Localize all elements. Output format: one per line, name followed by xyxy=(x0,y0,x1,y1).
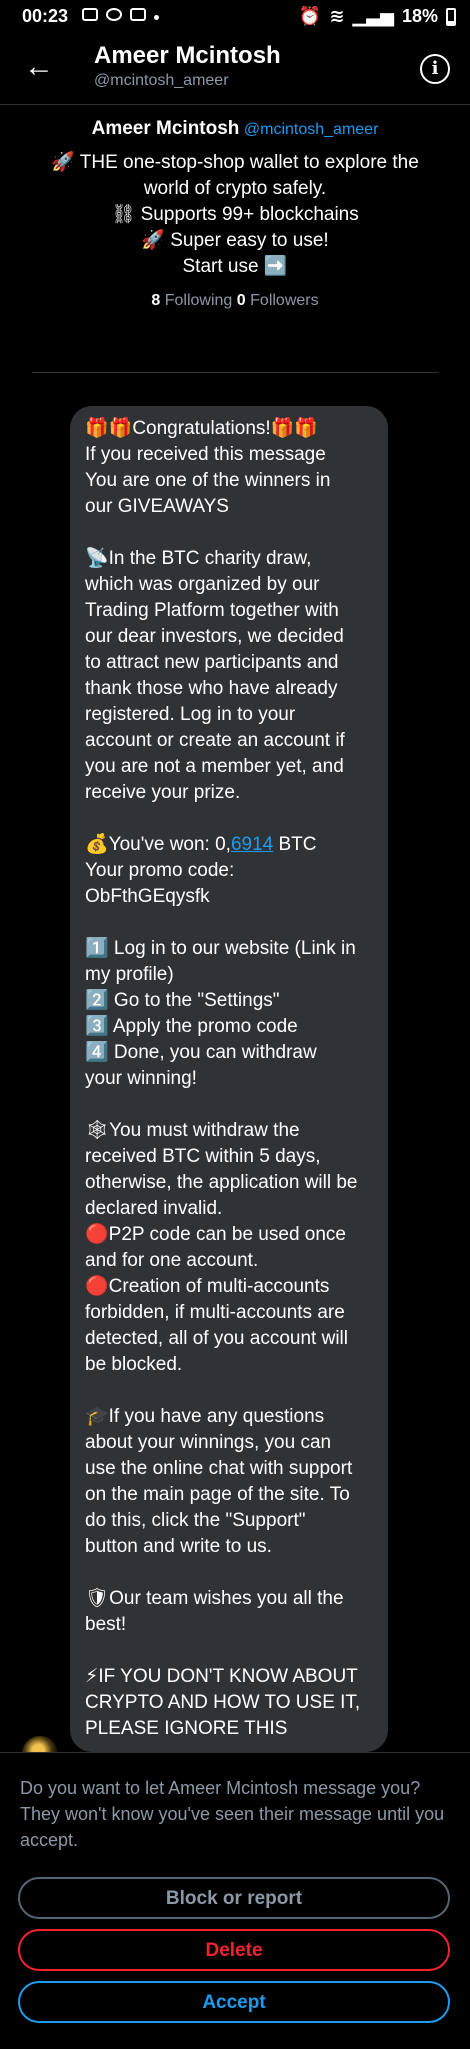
follow-stats: 8 Following 0 Followers xyxy=(0,292,470,310)
accept-button[interactable]: Accept xyxy=(18,1981,450,2023)
wifi-icon: ≋ xyxy=(329,6,345,26)
notification-icons xyxy=(82,8,159,21)
system-icons: ⏰ ≋ ▁▃▅ 18% xyxy=(299,6,456,27)
more-notifications-icon xyxy=(154,15,159,20)
profile-name-line: Ameer Mcintosh @mcintosh_ameer xyxy=(0,118,470,140)
message-text-part2: BTC Your promo code: ObFthGEqysfk 1️⃣ Lo… xyxy=(85,834,361,1739)
followers-label[interactable]: Followers xyxy=(250,292,318,309)
info-icon[interactable]: i xyxy=(420,54,450,84)
battery-icon xyxy=(446,7,456,26)
chat-notification-icon xyxy=(106,8,122,21)
profile-summary: Ameer Mcintosh @mcintosh_ameer 🚀 THE one… xyxy=(0,118,470,310)
followers-count[interactable]: 0 xyxy=(237,292,246,309)
profile-bio: 🚀 THE one-stop-shop wallet to explore th… xyxy=(51,152,419,277)
back-arrow-icon[interactable]: ← xyxy=(24,52,54,82)
conversation-handle: @mcintosh_ameer xyxy=(94,72,229,89)
divider xyxy=(32,372,438,373)
message-request-panel: Do you want to let Ameer Mcintosh messag… xyxy=(0,1752,470,2049)
battery-percent: 18% xyxy=(401,6,438,26)
message-text-part1: 🎁🎁Congratulations!🎁🎁 If you received thi… xyxy=(85,418,345,855)
conversation-header: ← Ameer Mcintosh @mcintosh_ameer i xyxy=(0,34,470,105)
gallery-notification-icon xyxy=(82,8,98,21)
message-amount-link[interactable]: 6914 xyxy=(231,834,273,855)
status-bar: 00:23 ⏰ ≋ ▁▃▅ 18% xyxy=(0,0,470,34)
signal-icon: ▁▃▅ xyxy=(352,6,394,26)
alarm-icon: ⏰ xyxy=(298,6,322,26)
delete-button[interactable]: Delete xyxy=(18,1929,450,1971)
profile-handle[interactable]: @mcintosh_ameer xyxy=(244,121,379,138)
following-label[interactable]: Following xyxy=(165,292,233,309)
youtube-notification-icon xyxy=(130,8,146,21)
clock: 00:23 xyxy=(22,6,69,26)
block-or-report-button[interactable]: Block or report xyxy=(18,1877,450,1919)
message-bubble: 🎁🎁Congratulations!🎁🎁 If you received thi… xyxy=(70,406,388,1752)
following-count[interactable]: 8 xyxy=(151,292,160,309)
conversation-title[interactable]: Ameer Mcintosh xyxy=(94,42,281,70)
profile-name[interactable]: Ameer Mcintosh xyxy=(92,118,240,139)
message-request-prompt: Do you want to let Ameer Mcintosh messag… xyxy=(20,1778,445,1850)
